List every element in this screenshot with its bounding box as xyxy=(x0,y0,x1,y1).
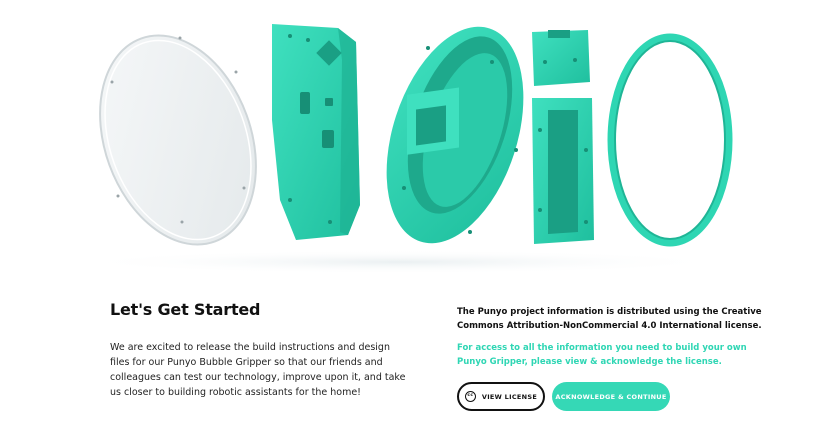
gasket-ring-part xyxy=(607,33,733,247)
acknowledge-continue-button[interactable]: ACKNOWLEDGE & CONTINUE xyxy=(552,382,670,411)
access-instructions: For access to all the information you ne… xyxy=(457,343,747,367)
mount-bracket-part xyxy=(272,24,360,240)
acrylic-window-part xyxy=(99,34,257,246)
page: Let's Get Started We are excited to rele… xyxy=(0,0,820,426)
page-title: Let's Get Started xyxy=(110,300,261,319)
channel-block-part xyxy=(532,98,594,244)
license-notice: The Punyo project information is distrib… xyxy=(457,307,762,331)
acknowledge-continue-label: ACKNOWLEDGE & CONTINUE xyxy=(555,392,667,401)
intro-paragraph: We are excited to release the build inst… xyxy=(110,342,406,398)
clamp-plate-part xyxy=(532,30,590,86)
hero-illustration xyxy=(0,0,820,290)
bubble-housing-part xyxy=(386,26,524,244)
floor-shadow xyxy=(70,250,730,274)
view-license-button[interactable]: cc VIEW LICENSE xyxy=(457,382,545,411)
cc-icon: cc xyxy=(464,391,476,402)
exploded-gripper-parts xyxy=(70,24,733,274)
view-license-label: VIEW LICENSE xyxy=(481,392,538,401)
